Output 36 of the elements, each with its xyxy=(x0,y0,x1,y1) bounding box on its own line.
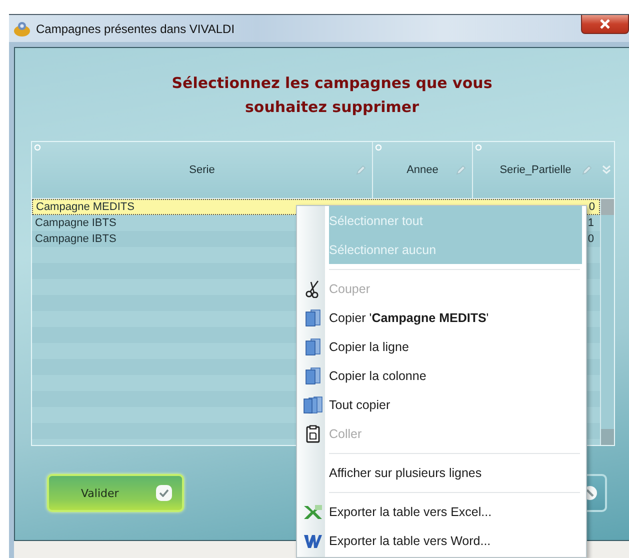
dialog-heading: Sélectionnez les campagnes que vous souhaitez supprimer xyxy=(170,73,494,118)
column-header[interactable]: Serie_Partielle xyxy=(472,142,598,198)
column-header[interactable]: Annee xyxy=(372,142,472,198)
check-icon xyxy=(156,485,172,501)
close-button[interactable] xyxy=(581,15,629,34)
menu-item[interactable]: Copier la colonne xyxy=(329,361,582,390)
scrollbar[interactable] xyxy=(600,199,614,445)
table-cell-text: Campagne IBTS xyxy=(34,233,118,245)
menu-item[interactable]: Tout copier xyxy=(329,390,582,419)
validate-button[interactable]: Valider xyxy=(47,474,184,512)
circle-icon xyxy=(375,144,382,151)
pencil-icon[interactable] xyxy=(456,165,466,175)
circle-icon xyxy=(475,144,482,151)
window-title: Campagnes présentes dans VIVALDI xyxy=(36,22,235,36)
app-icon xyxy=(13,20,31,36)
pencil-icon[interactable] xyxy=(582,165,592,175)
circle-icon xyxy=(34,144,41,151)
menu-item[interactable]: Exporter la table vers Excel... xyxy=(329,497,582,526)
scissors-icon xyxy=(305,280,321,298)
table-cell-text: 0 xyxy=(586,233,595,245)
close-icon xyxy=(600,19,610,29)
documents-icon xyxy=(303,396,323,414)
table-cell-text: Campagne MEDITS xyxy=(35,201,136,213)
menu-item[interactable]: Afficher sur plusieurs lignes xyxy=(329,458,582,487)
documents-icon xyxy=(305,338,321,356)
menu-item[interactable]: Exporter la table vers Word... xyxy=(329,526,582,555)
table-cell-text: 0 xyxy=(588,201,596,213)
clipboard-icon xyxy=(306,424,320,442)
document-icon xyxy=(303,532,323,548)
menu-item[interactable]: Copier la ligne xyxy=(329,332,582,361)
pencil-icon[interactable] xyxy=(356,165,366,175)
documents-icon xyxy=(305,366,321,384)
column-header[interactable]: Serie xyxy=(32,142,372,198)
spreadsheet-icon xyxy=(303,504,323,520)
documents-icon xyxy=(305,308,321,326)
menu-item[interactable]: Copier 'Campagne MEDITS' xyxy=(329,303,582,332)
